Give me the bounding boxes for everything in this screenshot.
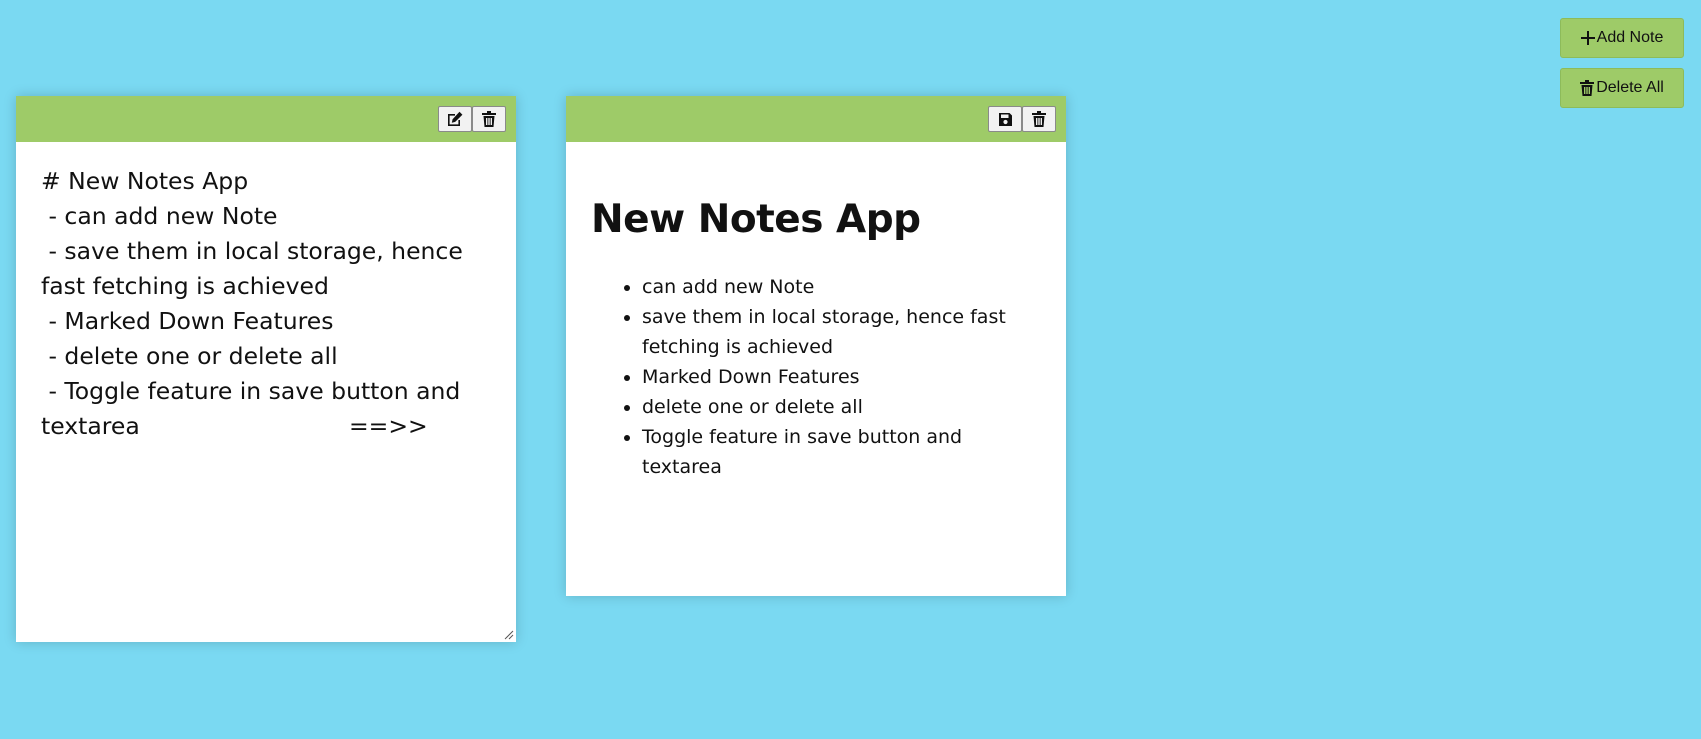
note-header xyxy=(16,96,516,142)
notes-app: Add Note Delete All # New Notes App - ca… xyxy=(0,0,1701,739)
list-item: Toggle feature in save button and textar… xyxy=(642,422,1036,482)
delete-note-button[interactable] xyxy=(472,106,506,132)
list-item: can add new Note xyxy=(642,272,1036,302)
note-header xyxy=(566,96,1066,142)
note-heading: New Notes App xyxy=(591,197,921,242)
list-item: save them in local storage, hence fast f… xyxy=(642,302,1036,362)
save-button[interactable] xyxy=(988,106,1022,132)
trash-icon xyxy=(482,111,496,127)
save-icon xyxy=(998,112,1012,126)
list-item: delete one or delete all xyxy=(642,392,1036,422)
edit-button[interactable] xyxy=(438,106,472,132)
add-note-button[interactable]: Add Note xyxy=(1560,18,1684,58)
list-item: Marked Down Features xyxy=(642,362,1036,392)
edit-icon xyxy=(448,111,463,126)
delete-all-button[interactable]: Delete All xyxy=(1560,68,1684,108)
resize-handle-icon[interactable] xyxy=(502,628,514,640)
add-note-label: Add Note xyxy=(1596,29,1664,46)
plus-icon xyxy=(1580,31,1595,45)
delete-all-label: Delete All xyxy=(1596,79,1664,96)
note-card-preview: New Notes App can add new Note save them… xyxy=(566,96,1066,596)
markdown-preview: New Notes App can add new Note save them… xyxy=(566,142,1066,482)
note-list: can add new Note save them in local stor… xyxy=(591,272,1036,482)
delete-note-button[interactable] xyxy=(1022,106,1056,132)
note-textarea[interactable]: # New Notes App - can add new Note - sav… xyxy=(16,142,516,642)
top-actions: Add Note Delete All xyxy=(1560,18,1684,108)
trash-icon xyxy=(1032,111,1046,127)
trash-icon xyxy=(1580,80,1595,96)
note-card-editing: # New Notes App - can add new Note - sav… xyxy=(16,96,516,642)
